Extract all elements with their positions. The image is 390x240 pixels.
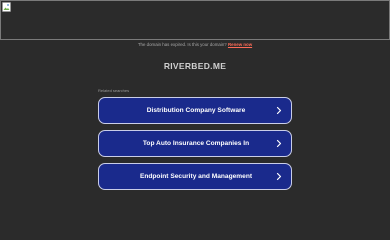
- top-banner-frame: [0, 0, 390, 40]
- link-label: Distribution Company Software: [146, 107, 246, 114]
- related-link-distribution-company-software[interactable]: Distribution Company Software: [98, 97, 292, 124]
- related-searches-label: Related searches: [98, 88, 130, 93]
- broken-image-icon: [2, 2, 11, 12]
- related-links-list: Distribution Company Software Top Auto I…: [98, 97, 292, 196]
- renew-now-link[interactable]: Renew now: [228, 42, 252, 47]
- notice-text: The domain has expired. Is this your dom…: [137, 42, 227, 47]
- related-link-top-auto-insurance[interactable]: Top Auto Insurance Companies In: [98, 130, 292, 157]
- link-label: Top Auto Insurance Companies In: [142, 140, 250, 147]
- chevron-right-icon: [275, 106, 283, 115]
- domain-expired-notice: The domain has expired. Is this your dom…: [0, 42, 390, 48]
- domain-title: RIVERBED.ME: [163, 61, 227, 71]
- link-label: Endpoint Security and Management: [139, 173, 253, 180]
- chevron-right-icon: [275, 139, 283, 148]
- page: The domain has expired. Is this your dom…: [0, 0, 390, 240]
- chevron-right-icon: [275, 172, 283, 181]
- related-link-endpoint-security[interactable]: Endpoint Security and Management: [98, 163, 292, 190]
